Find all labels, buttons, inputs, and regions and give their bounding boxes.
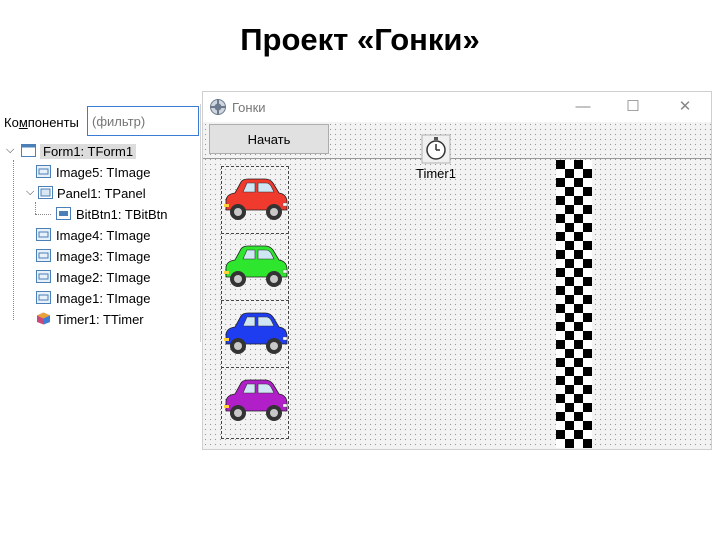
tree-node-label: Panel1: TPanel — [57, 186, 146, 201]
image-icon — [36, 165, 51, 178]
image5-red-car[interactable] — [221, 168, 289, 232]
tree-node-label: Image5: TImage — [56, 165, 151, 180]
tree-node-image3[interactable]: Image3: TImage — [36, 247, 196, 267]
filter-input[interactable] — [87, 106, 199, 136]
tree-node-label: Timer1: TTimer — [56, 312, 144, 327]
finish-line — [556, 160, 592, 448]
image-icon — [36, 270, 51, 283]
window-title: Гонки — [232, 100, 266, 115]
purple-car-icon — [224, 379, 288, 421]
components-label: Компоненты — [4, 115, 79, 130]
close-button[interactable]: ✕ — [665, 95, 705, 119]
tree-node-form1[interactable]: ⌵ Form1: TForm1 — [6, 142, 196, 162]
filter-row: Компоненты — [0, 104, 200, 140]
minimize-button[interactable]: — — [563, 95, 603, 119]
app-window: Гонки — ☐ ✕ Начать Timer1 — [202, 91, 712, 450]
tree-node-panel1[interactable]: ⌵ Panel1: TPanel — [26, 184, 196, 204]
tree-node-label: Form1: TForm1 — [40, 144, 137, 159]
panel-icon — [38, 186, 53, 199]
tree-node-image1[interactable]: Image1: TImage — [36, 289, 196, 309]
tree-node-timer1[interactable]: Timer1: TTimer — [36, 310, 196, 330]
tree-node-label: Image1: TImage — [56, 291, 151, 306]
chevron-down-icon[interactable]: ⌵ — [6, 144, 18, 156]
form-designer-surface: Начать Timer1 — [203, 122, 711, 449]
tree-guide — [35, 214, 51, 215]
tree-guide — [13, 160, 14, 320]
image-icon — [36, 249, 51, 262]
tree-node-label: Image2: TImage — [56, 270, 151, 285]
image4-green-car[interactable] — [221, 235, 289, 299]
timer-icon[interactable] — [421, 134, 451, 164]
image-icon — [36, 291, 51, 304]
tree-node-image5[interactable]: Image5: TImage — [36, 163, 196, 183]
timer-component-icon — [37, 312, 50, 325]
image3-blue-car[interactable] — [221, 302, 289, 366]
green-car-icon — [224, 245, 288, 287]
slot-divider — [221, 233, 289, 234]
tree-node-label: Image4: TImage — [56, 228, 151, 243]
app-icon — [210, 99, 226, 115]
components-panel: Компоненты ⌵ Form1: TForm1 Image5: TImag… — [0, 104, 201, 342]
tree-node-label: BitBtn1: TBitBtn — [76, 207, 168, 222]
divider — [203, 158, 711, 159]
maximize-button[interactable]: ☐ — [613, 95, 653, 119]
red-car-icon — [224, 178, 288, 220]
window-titlebar[interactable]: Гонки — ☐ ✕ — [203, 92, 711, 122]
chevron-down-icon[interactable]: ⌵ — [26, 186, 38, 198]
form-icon — [21, 144, 36, 157]
cars-panel[interactable] — [221, 166, 289, 439]
tree-node-label: Image3: TImage — [56, 249, 151, 264]
start-button[interactable]: Начать — [209, 124, 329, 154]
checkered-flag-icon — [556, 160, 592, 448]
image2-purple-car[interactable] — [221, 369, 289, 433]
bitbtn-icon — [56, 207, 71, 220]
tree-node-bitbtn1[interactable]: BitBtn1: TBitBtn — [56, 205, 196, 225]
timer-label: Timer1 — [416, 166, 456, 181]
slide-title: Проект «Гонки» — [240, 22, 480, 57]
image-icon — [36, 228, 51, 241]
tree-node-image2[interactable]: Image2: TImage — [36, 268, 196, 288]
slot-divider — [221, 300, 289, 301]
blue-car-icon — [224, 312, 288, 354]
tree-node-image4[interactable]: Image4: TImage — [36, 226, 196, 246]
slot-divider — [221, 367, 289, 368]
